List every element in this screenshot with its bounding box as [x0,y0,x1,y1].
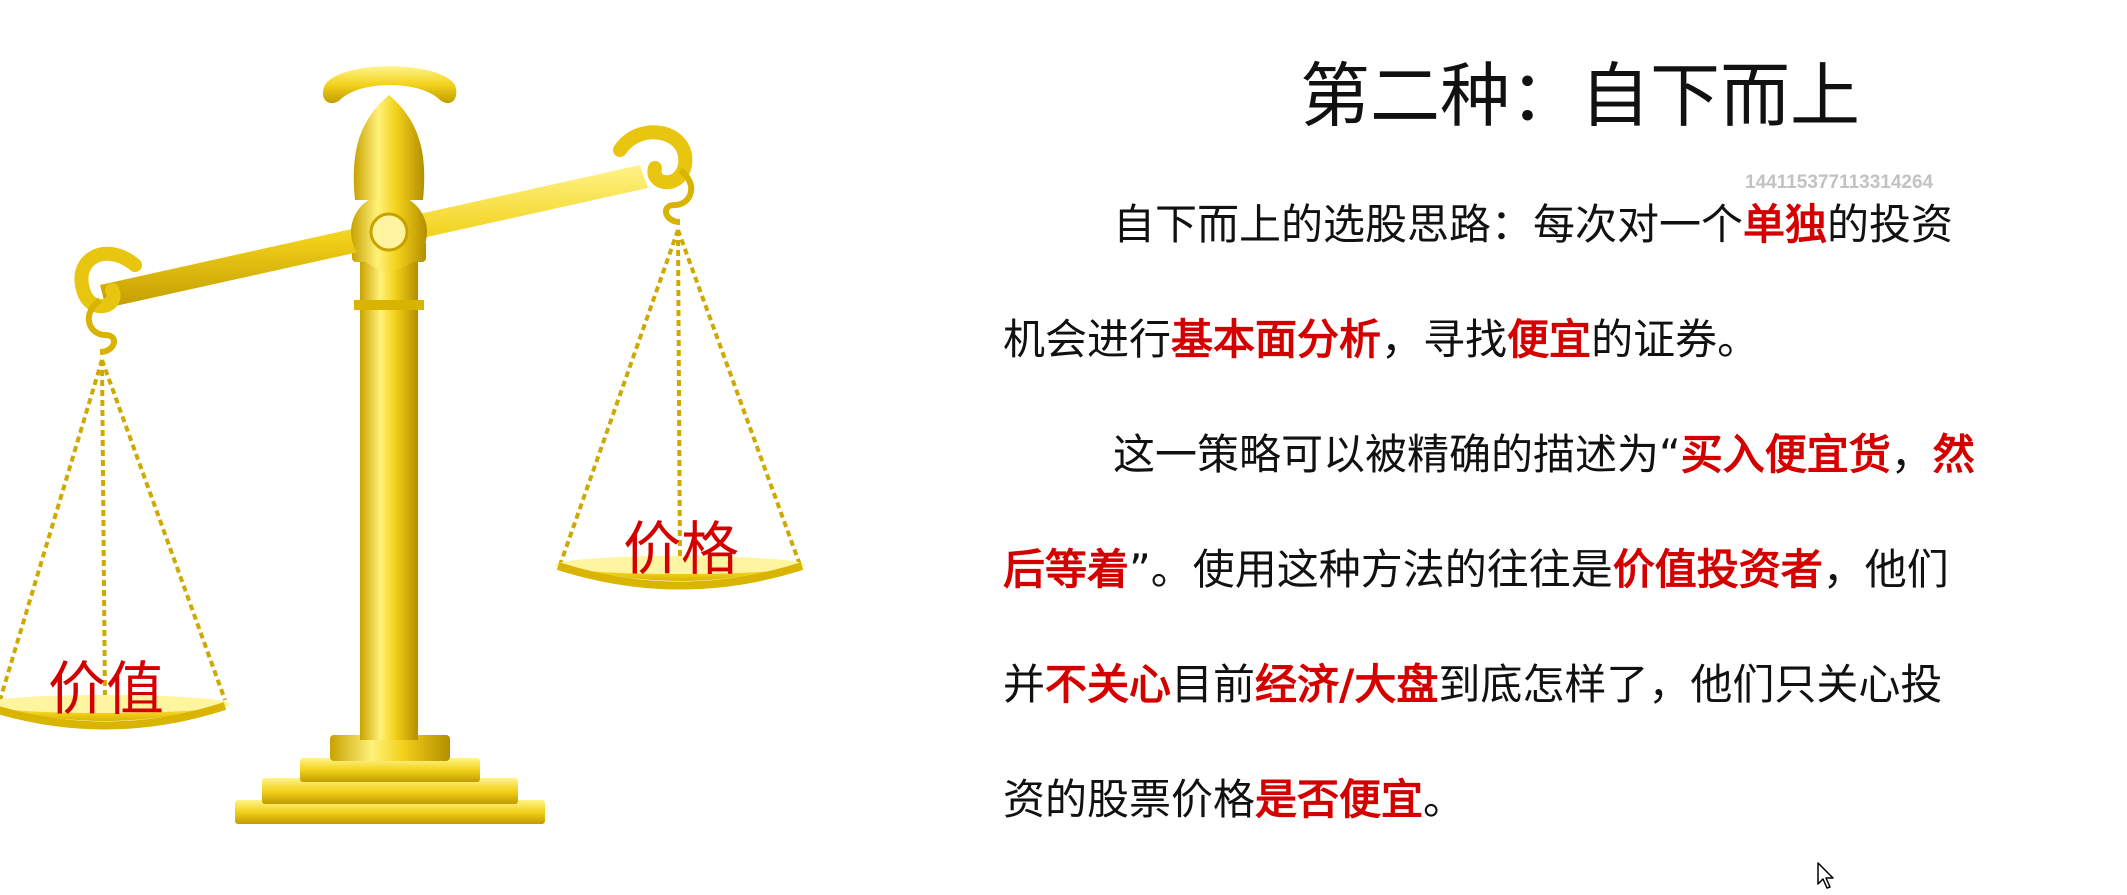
body-text-segment: 并 [1003,660,1046,709]
paragraph-2-line-1: 这一策略可以被精确的描述为“买入便宜货，然 [1003,415,2103,530]
highlighted-text: 价值投资者 [1612,545,1823,594]
slide: 价格 价值 第二种：自下而上 1441153771133142​64 自下而上的… [0,0,2127,895]
paragraph-1-line-2: 机会进行基本面分析，寻找便宜的证券。 [1003,300,2103,415]
paragraph-2-line-4: 资的股票价格是否便宜。 [1003,760,2103,875]
scale-base-top [300,758,480,782]
body-text-segment: ”。使用这种方法的往往是 [1129,545,1613,594]
body-text-segment: 的投资 [1827,200,1954,249]
body-text-segment: 自下而上的选股思路：每次对一个 [1113,200,1744,249]
body-text-segment: 。 [1423,775,1466,824]
highlighted-text: 经济/大盘 [1255,660,1439,709]
price-label: 价格 [623,515,740,583]
body-text-segment: ， [1890,430,1933,479]
highlighted-text: 单独 [1743,200,1828,249]
paragraph-1-line-1: 自下而上的选股思路：每次对一个单独的投资 [1003,185,2103,300]
highlighted-text: 后等着 [1003,545,1130,594]
body-text-segment: 目前 [1171,660,1256,709]
body-text: 自下而上的选股思路：每次对一个单独的投资 机会进行基本面分析，寻找便宜的证券。 这一… [1003,185,2103,875]
body-text-segment: 资的股票价格 [1003,775,1256,824]
balance-scale-icon [0,66,805,824]
body-text-segment: 到底怎样了，他们只关心投 [1438,660,1943,709]
body-text-segment: ，寻找 [1381,315,1508,364]
body-text-segment: 这一策略可以被精确的描述为“ [1113,430,1681,479]
highlighted-text: 是否便宜 [1255,775,1424,824]
value-label: 价值 [48,655,165,723]
highlighted-text: 不关心 [1045,660,1172,709]
slide-title: 第二种：自下而上 [1300,55,1860,137]
paragraph-2-line-3: 并不关心目前经济/大盘到底怎样了，他们只关心投 [1003,645,2103,760]
highlighted-text: 然 [1932,430,1975,479]
body-text-segment: 的证券。 [1591,315,1760,364]
body-text-segment: ，他们 [1822,545,1949,594]
highlighted-text: 便宜 [1507,315,1592,364]
body-text-segment: 机会进行 [1003,315,1172,364]
paragraph-2-line-2: 后等着”。使用这种方法的往往是价值投资者，他们 [1003,530,2103,645]
highlighted-text: 基本面分析 [1171,315,1382,364]
highlighted-text: 买入便宜货 [1680,430,1891,479]
scale-pillar [360,250,418,740]
mouse-pointer-icon [1817,862,1834,889]
